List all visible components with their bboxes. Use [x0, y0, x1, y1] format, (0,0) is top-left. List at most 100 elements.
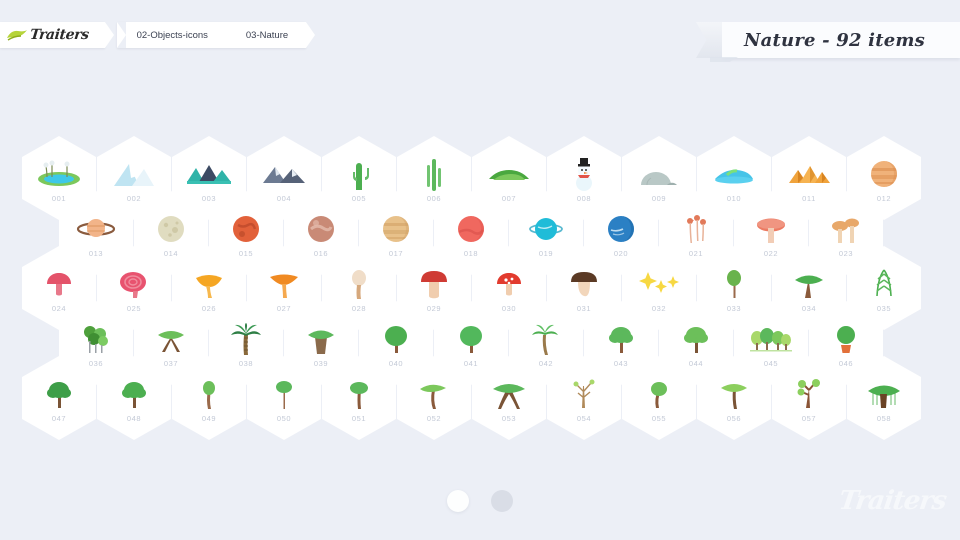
oak-tree-icon: [673, 322, 719, 356]
hex-grid-row: 001 002 003 004 005 006 007 008 009 010 …: [22, 136, 938, 220]
icon-number-label: 033: [726, 304, 742, 313]
cactus-saguaro-icon: [336, 157, 382, 191]
sapling-tree-icon: [186, 377, 232, 411]
page-title: Nature - 92 items: [744, 29, 925, 51]
moon-planet-icon: [148, 212, 194, 246]
young-tree-icon: [373, 322, 419, 356]
icon-number-label: 025: [126, 304, 142, 313]
oasis-pond-icon: [36, 157, 82, 191]
icon-number-label: 031: [576, 304, 592, 313]
icon-number-label: 049: [201, 414, 217, 423]
icon-number-label: 051: [351, 414, 367, 423]
icon-number-label: 057: [801, 414, 817, 423]
windswept-tree-icon: [411, 377, 457, 411]
icon-number-label: 028: [351, 304, 367, 313]
icon-number-label: 056: [726, 414, 742, 423]
icon-number-label: 045: [763, 359, 779, 368]
icon-number-label: 029: [426, 304, 442, 313]
icon-number-label: 020: [613, 249, 629, 258]
icon-number-label: 034: [801, 304, 817, 313]
icon-number-label: 055: [651, 414, 667, 423]
sparse-tree-icon: [786, 377, 832, 411]
icon-number-label: 007: [501, 194, 517, 203]
snowman-icon: [561, 157, 607, 191]
icon-number-label: 003: [201, 194, 217, 203]
green-hill-icon: [486, 157, 532, 191]
slim-beige-mushroom-icon: [336, 267, 382, 301]
icon-number-label: 006: [426, 194, 442, 203]
conifer-sapling-icon: [861, 267, 907, 301]
jupiter-planet-icon: [861, 157, 907, 191]
small-canopy-tree-icon: [336, 377, 382, 411]
brown-porcini-mushroom-icon: [561, 267, 607, 301]
icon-number-label: 023: [838, 249, 854, 258]
icon-number-label: 054: [576, 414, 592, 423]
leafy-tree-icon: [598, 322, 644, 356]
icon-number-label: 022: [763, 249, 779, 258]
icon-number-label: 008: [576, 194, 592, 203]
spiral-mushroom-icon: [111, 267, 157, 301]
umbrella-tree-icon: [711, 377, 757, 411]
chanterelle-mushroom-icon: [186, 267, 232, 301]
ribbon-tail-decoration: [696, 22, 722, 58]
fly-agaric-mushroom-icon: [486, 267, 532, 301]
icon-number-label: 004: [276, 194, 292, 203]
broadleaf-tree-icon: [36, 377, 82, 411]
round-tree-icon: [448, 322, 494, 356]
icon-number-label: 014: [163, 249, 179, 258]
curved-tree-icon: [636, 377, 682, 411]
pagination: [0, 490, 960, 512]
savanna-tree-icon: [486, 377, 532, 411]
icon-number-label: 005: [351, 194, 367, 203]
pagination-dot-2[interactable]: [491, 490, 513, 512]
icon-number-label: 037: [163, 359, 179, 368]
icon-number-label: 035: [876, 304, 892, 313]
ribbon-body: Nature - 92 items: [722, 22, 960, 58]
icon-number-label: 038: [238, 359, 254, 368]
icon-number-label: 046: [838, 359, 854, 368]
title-banner: Nature - 92 items: [696, 22, 960, 62]
icon-number-label: 048: [126, 414, 142, 423]
tree-row-icon: [748, 322, 794, 356]
palm-tree-icon: [223, 322, 269, 356]
icon-hex-grid: 001 002 003 004 005 006 007 008 009 010 …: [22, 136, 938, 440]
icon-number-label: 036: [88, 359, 104, 368]
venus-planet-icon: [373, 212, 419, 246]
icon-number-label: 015: [238, 249, 254, 258]
neptune-planet-icon: [598, 212, 644, 246]
saturn-planet-icon: [73, 212, 119, 246]
thin-trunk-tree-icon: [261, 377, 307, 411]
bare-branch-tree-icon: [561, 377, 607, 411]
red-cap-mushroom-icon: [411, 267, 457, 301]
icon-pack-browser: Traiters 02-Objects-icons 03-Nature Natu…: [0, 0, 960, 540]
acacia-tree-icon: [786, 267, 832, 301]
icon-number-label: 024: [51, 304, 67, 313]
red-planet-icon: [448, 212, 494, 246]
breadcrumb-item-objects-icons[interactable]: 02-Objects-icons: [129, 30, 216, 41]
icon-number-label: 044: [688, 359, 704, 368]
igloo-icon: [636, 157, 682, 191]
snowy-mountain-icon: [111, 157, 157, 191]
breadcrumb: 02-Objects-icons 03-Nature: [116, 22, 315, 48]
icon-number-label: 001: [51, 194, 67, 203]
baobab-tree-icon: [298, 322, 344, 356]
tall-cactus-icon: [411, 157, 457, 191]
brand-logo[interactable]: Traiters: [0, 22, 114, 48]
top-bar: Traiters 02-Objects-icons 03-Nature: [0, 22, 315, 48]
brand-name: Traiters: [29, 27, 90, 43]
grey-mountain-range-icon: [261, 157, 307, 191]
bonsai-tree-icon: [148, 322, 194, 356]
icon-number-label: 011: [802, 194, 816, 203]
breadcrumb-item-nature[interactable]: 03-Nature: [238, 30, 296, 41]
ribbon-shadow-decoration: [710, 57, 738, 62]
icon-number-label: 058: [876, 414, 892, 423]
icon-number-label: 016: [313, 249, 329, 258]
twin-mushrooms-icon: [823, 212, 869, 246]
icon-number-label: 027: [276, 304, 292, 313]
pagination-dot-1[interactable]: [447, 490, 469, 512]
icon-number-label: 050: [276, 414, 292, 423]
icon-number-label: 043: [613, 359, 629, 368]
stars-sparkle-icon: [636, 267, 682, 301]
icon-number-label: 002: [126, 194, 142, 203]
leaf-swoosh-logo-icon: [6, 29, 28, 42]
